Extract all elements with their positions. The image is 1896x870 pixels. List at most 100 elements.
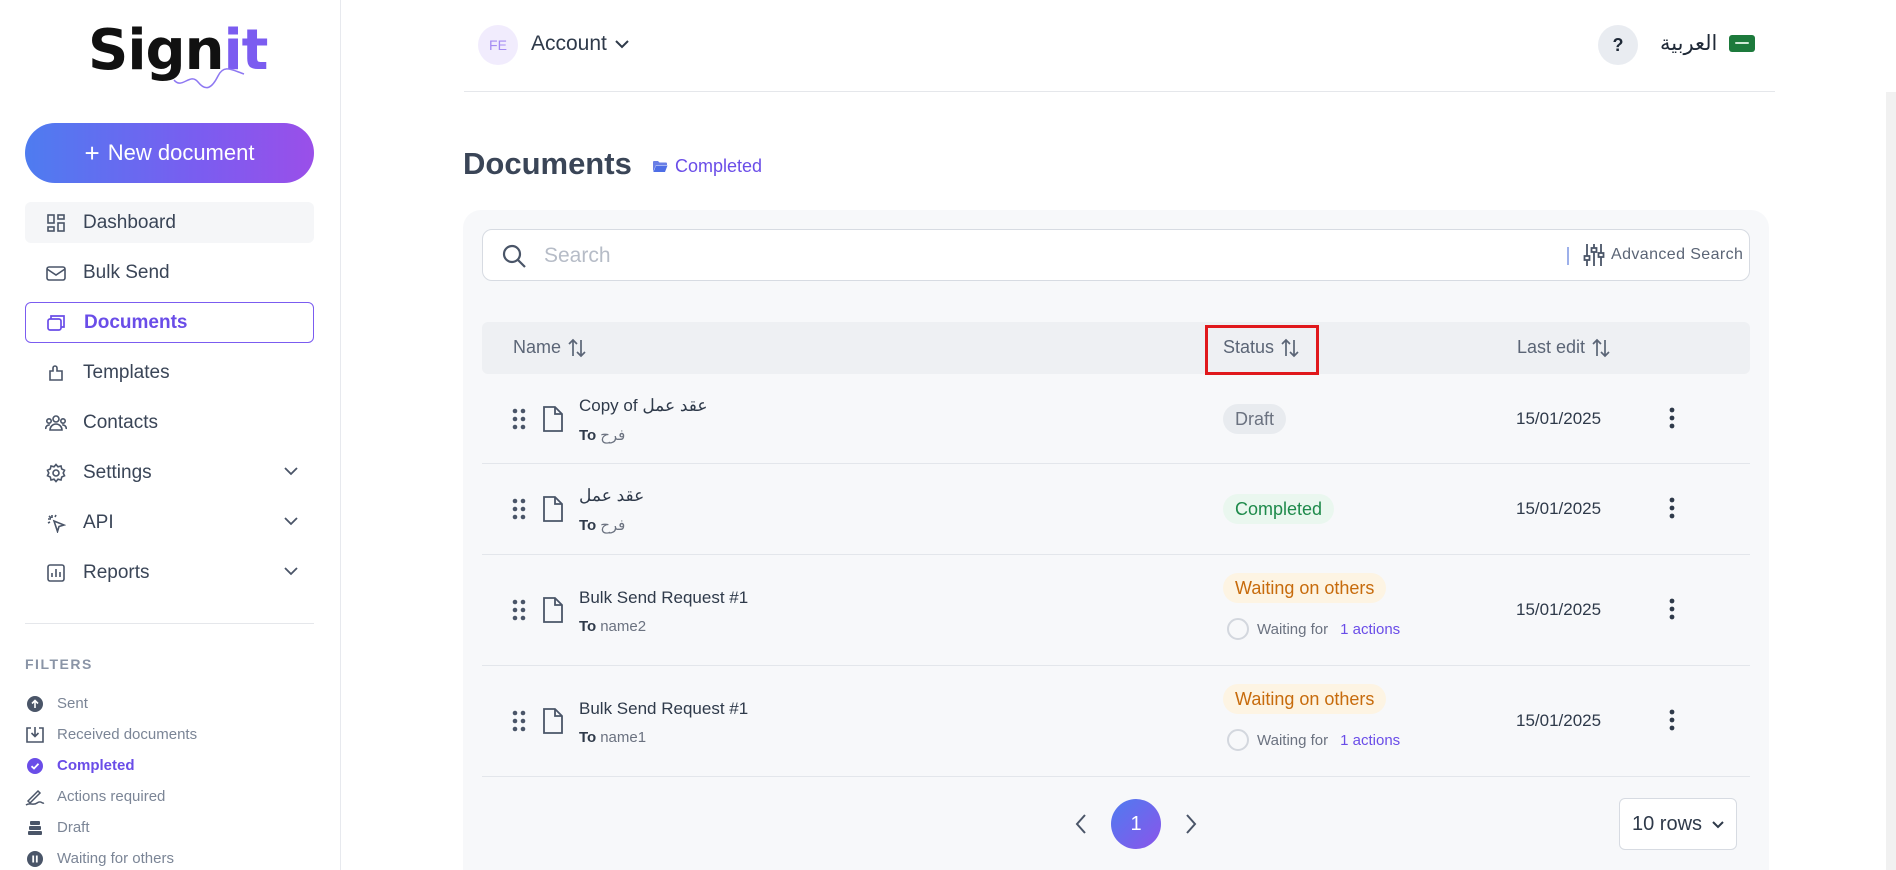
column-header-name[interactable]: Name xyxy=(513,337,587,358)
table-row[interactable]: Bulk Send Request #1 To name2 Waiting on … xyxy=(482,555,1750,666)
advanced-search-button[interactable]: Advanced Search xyxy=(1583,243,1743,267)
search-bar: Advanced Search xyxy=(482,229,1750,281)
sidebar-item-bulk-send[interactable]: Bulk Send xyxy=(25,252,314,293)
drag-handle-icon[interactable] xyxy=(512,498,526,520)
recipient-name: name2 xyxy=(600,618,647,635)
table-header: Name Status Last edit xyxy=(482,322,1750,374)
sidebar-item-contacts[interactable]: Contacts xyxy=(25,402,314,443)
api-icon xyxy=(45,512,67,534)
drag-handle-icon[interactable] xyxy=(512,408,526,430)
recipient-name: فرح xyxy=(600,517,626,534)
contacts-icon xyxy=(45,412,67,434)
document-title[interactable]: Bulk Send Request #1 xyxy=(579,699,748,719)
pause-circle-icon xyxy=(25,849,45,869)
sidebar-item-label: Contacts xyxy=(83,411,158,433)
progress-ring-icon xyxy=(1227,618,1249,640)
document-recipient: To فرح xyxy=(579,426,625,444)
language-switcher[interactable]: العربية xyxy=(1660,31,1756,56)
more-options-icon[interactable] xyxy=(1668,407,1676,429)
saudi-flag-icon xyxy=(1729,35,1756,52)
sidebar-item-label: Documents xyxy=(84,311,188,333)
scrollbar[interactable] xyxy=(1886,92,1896,870)
drag-handle-icon[interactable] xyxy=(512,710,526,732)
sidebar-item-settings[interactable]: Settings xyxy=(25,452,314,493)
app-root: Signit + New document Dashboard Bulk Sen… xyxy=(0,0,1896,870)
filter-label: Completed xyxy=(57,757,135,774)
sort-icon xyxy=(568,338,586,357)
folder-icon xyxy=(46,312,68,334)
more-options-icon[interactable] xyxy=(1668,709,1676,731)
top-bar: FE Account ? العربية xyxy=(464,0,1775,92)
chevron-down-icon xyxy=(1712,821,1724,829)
rows-per-page-select[interactable]: 10 rows xyxy=(1619,798,1737,850)
filter-label: Draft xyxy=(57,819,90,836)
document-title[interactable]: Copy of عقد عمل xyxy=(579,396,708,416)
document-title[interactable]: عقد عمل xyxy=(579,486,644,506)
documents-panel: Advanced Search Name Status Last edit Co… xyxy=(463,210,1769,870)
table-row[interactable]: Bulk Send Request #1 To name1 Waiting on … xyxy=(482,666,1750,777)
chevron-right-icon[interactable] xyxy=(1183,812,1199,836)
recipient-name: فرح xyxy=(600,427,626,444)
filter-actions-required[interactable]: Actions required xyxy=(25,781,314,812)
column-header-last-edit[interactable]: Last edit xyxy=(1517,337,1611,358)
sidebar-item-templates[interactable]: Templates xyxy=(25,352,314,393)
filter-label: Waiting for others xyxy=(57,850,174,867)
file-icon xyxy=(543,406,563,432)
waiting-actions-link[interactable]: 1 actions xyxy=(1340,732,1400,749)
filter-sent[interactable]: Sent xyxy=(25,688,314,719)
sidebar-divider xyxy=(25,623,314,624)
advanced-search-label: Advanced Search xyxy=(1611,246,1744,263)
avatar[interactable]: FE xyxy=(478,25,518,65)
new-document-label: New document xyxy=(107,140,255,165)
sidebar-item-api[interactable]: API xyxy=(25,502,314,543)
sort-icon xyxy=(1281,338,1299,357)
sidebar-item-reports[interactable]: Reports xyxy=(25,552,314,593)
account-label: Account xyxy=(531,32,607,55)
search-separator xyxy=(1567,247,1569,265)
sidebar-item-documents[interactable]: Documents xyxy=(25,302,314,343)
chevron-down-icon xyxy=(282,462,300,486)
table-row[interactable]: Copy of عقد عمل To فرح Draft 15/01/2025 xyxy=(482,374,1750,464)
file-icon xyxy=(543,708,563,734)
sidebar-item-label: Reports xyxy=(83,561,150,583)
reports-icon xyxy=(45,562,67,584)
account-dropdown[interactable]: Account xyxy=(531,32,631,56)
sidebar-item-label: Dashboard xyxy=(83,211,176,233)
chevron-left-icon[interactable] xyxy=(1073,812,1089,836)
filters-list: Sent Received documents Completed Action… xyxy=(25,688,314,870)
gear-icon xyxy=(45,462,67,484)
column-header-status[interactable]: Status xyxy=(1223,337,1300,358)
document-recipient: To name1 xyxy=(579,729,646,746)
filter-completed[interactable]: Completed xyxy=(25,750,314,781)
draft-stack-icon xyxy=(25,818,45,838)
last-edit-date: 15/01/2025 xyxy=(1516,711,1602,730)
filter-draft[interactable]: Draft xyxy=(25,812,314,843)
status-badge: Draft xyxy=(1223,404,1287,434)
status-badge: Waiting on others xyxy=(1223,573,1387,603)
more-options-icon[interactable] xyxy=(1668,497,1676,519)
page-number-button[interactable]: 1 xyxy=(1111,799,1161,849)
pagination: 1 xyxy=(1073,799,1199,849)
help-button[interactable]: ? xyxy=(1598,25,1638,65)
sidebar-item-dashboard[interactable]: Dashboard xyxy=(25,202,314,243)
document-title[interactable]: Bulk Send Request #1 xyxy=(579,588,748,608)
drag-handle-icon[interactable] xyxy=(512,599,526,621)
document-recipient: To فرح xyxy=(579,516,625,534)
search-input[interactable] xyxy=(544,240,1504,272)
breadcrumb[interactable]: Completed xyxy=(652,156,762,177)
file-icon xyxy=(543,496,563,522)
column-label: Status xyxy=(1223,337,1275,357)
check-circle-icon xyxy=(25,756,45,776)
last-edit-date: 15/01/2025 xyxy=(1516,600,1602,619)
more-options-icon[interactable] xyxy=(1668,598,1676,620)
sort-icon xyxy=(1592,338,1610,357)
new-document-button[interactable]: + New document xyxy=(25,123,314,183)
table-row[interactable]: عقد عمل To فرح Completed 15/01/2025 xyxy=(482,464,1750,555)
sent-icon xyxy=(25,694,45,714)
filter-received-documents[interactable]: Received documents xyxy=(25,719,314,750)
chevron-down-icon xyxy=(615,40,629,49)
waiting-actions-link[interactable]: 1 actions xyxy=(1340,621,1400,638)
sidebar-nav: Dashboard Bulk Send Documents Templates … xyxy=(25,202,314,602)
language-label: العربية xyxy=(1660,32,1718,55)
filter-waiting-for-others[interactable]: Waiting for others xyxy=(25,843,314,870)
